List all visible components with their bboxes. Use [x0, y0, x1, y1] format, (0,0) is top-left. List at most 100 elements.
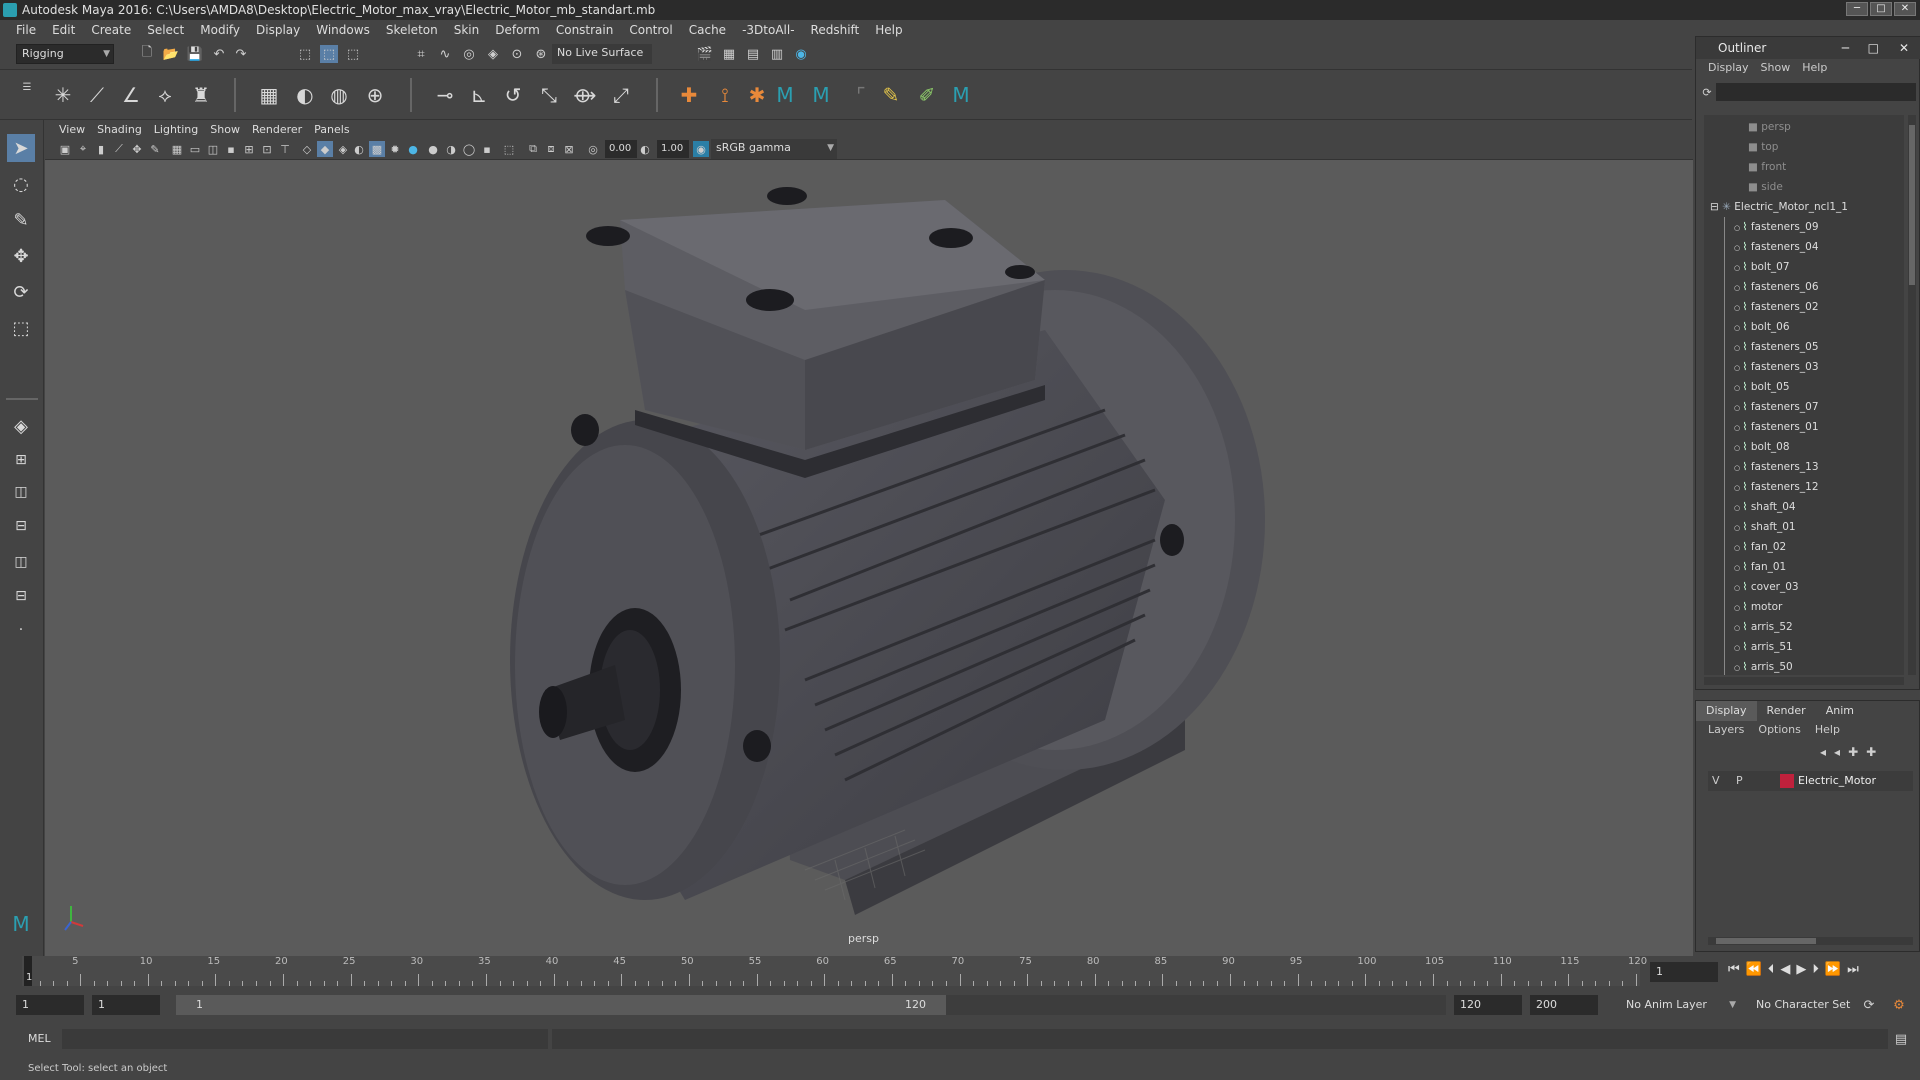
- outliner-item-row[interactable]: ○ ⌇ fasteners_05: [1734, 337, 1819, 357]
- live-surface-field[interactable]: No Live Surface: [552, 44, 652, 64]
- move-layer-down-icon[interactable]: ◂: [1834, 745, 1840, 759]
- locator-icon[interactable]: ✚: [674, 80, 704, 110]
- parent-constraint-icon[interactable]: ⟴: [570, 80, 600, 110]
- outliner-menu-display[interactable]: Display: [1708, 61, 1749, 79]
- time-slider[interactable]: 5 10 15 20 25 30 35 40 45 50 55 60 65 70 75 80 85 90 95 100…: [0, 956, 1920, 990]
- bookmark-icon[interactable]: ▮: [93, 141, 109, 157]
- select-by-object-icon[interactable]: ⬚: [320, 45, 338, 63]
- move-layer-up-icon[interactable]: ◂: [1820, 745, 1826, 759]
- new-scene-icon[interactable]: 🗋: [138, 45, 156, 63]
- current-frame-field[interactable]: 1: [1650, 962, 1718, 982]
- safe-action-icon[interactable]: ⊡: [259, 141, 275, 157]
- go-to-end-icon[interactable]: ⏭: [1847, 962, 1859, 977]
- backface-icon[interactable]: ⊠: [561, 141, 577, 157]
- outliner-menu-help[interactable]: Help: [1802, 61, 1827, 79]
- play-backward-icon[interactable]: ◀: [1780, 962, 1790, 977]
- outliner-item-row[interactable]: ○ ⌇ motor: [1734, 597, 1782, 617]
- playback-end-field[interactable]: 120: [1454, 995, 1522, 1015]
- menu-cache[interactable]: Cache: [681, 23, 734, 37]
- outliner-hscrollbar[interactable]: [1704, 677, 1904, 685]
- outliner-item-row[interactable]: ○ ⌇ arris_52: [1734, 617, 1793, 637]
- snap-point-icon[interactable]: ◎: [460, 45, 478, 63]
- menuset-dropdown[interactable]: Rigging ▼: [16, 44, 114, 64]
- persp-graph-icon[interactable]: ⊟: [7, 512, 35, 540]
- vp-menu-renderer[interactable]: Renderer: [246, 123, 308, 136]
- layer-menu-layers[interactable]: Layers: [1708, 723, 1744, 736]
- script-editor-icon[interactable]: ▤: [1892, 1030, 1910, 1048]
- layer-hscrollbar[interactable]: [1708, 937, 1913, 945]
- insert-joint-icon[interactable]: ⟡: [150, 80, 180, 110]
- outliner-list[interactable]: ■ persp ■ top ■ front ■ side ⊟ ✳ Electric_Mo…: [1704, 115, 1904, 675]
- outliner-item-row[interactable]: ○ ⌇ fasteners_09: [1734, 217, 1819, 237]
- menu-help[interactable]: Help: [867, 23, 910, 37]
- color-management-icon[interactable]: ◉: [693, 141, 709, 157]
- menu-edit[interactable]: Edit: [44, 23, 83, 37]
- character-set-dropdown[interactable]: No Character Set: [1748, 995, 1866, 1015]
- exposure-field[interactable]: 0.00: [605, 140, 637, 158]
- step-back-key-icon[interactable]: ⏪: [1746, 962, 1762, 977]
- smooth-shade-icon[interactable]: ◆: [317, 141, 333, 157]
- wireframe-on-shaded-icon[interactable]: ◈: [335, 141, 351, 157]
- ik-spline-icon[interactable]: ∠: [116, 80, 146, 110]
- view-transform-dropdown[interactable]: sRGB gamma ▼: [711, 139, 837, 159]
- grease-pencil-icon[interactable]: ✎: [147, 141, 163, 157]
- select-by-component-icon[interactable]: ⬚: [344, 45, 362, 63]
- layer-playback-toggle[interactable]: P: [1736, 774, 1743, 787]
- vp-menu-panels[interactable]: Panels: [308, 123, 355, 136]
- time-ruler[interactable]: 5 10 15 20 25 30 35 40 45 50 55 60 65 70 75 80 85 90 95 100…: [22, 956, 1647, 986]
- wire-deformer-icon[interactable]: ⊕: [360, 80, 390, 110]
- outliner-item-row[interactable]: ○ ⌇ fasteners_13: [1734, 457, 1819, 477]
- outliner-item-row[interactable]: ○ ⌇ fan_01: [1734, 557, 1786, 577]
- scale-tool-icon[interactable]: ⬚: [7, 314, 35, 342]
- gate-mask-icon[interactable]: ▪: [223, 141, 239, 157]
- menu-select[interactable]: Select: [139, 23, 192, 37]
- move-tool-icon[interactable]: ✥: [7, 242, 35, 270]
- outliner-minimize-icon[interactable]: ─: [1842, 37, 1849, 59]
- xray-icon[interactable]: ⧉: [525, 141, 541, 157]
- textured-icon[interactable]: ▩: [369, 141, 385, 157]
- outliner-item-row[interactable]: ○ ⌇ fan_02: [1734, 537, 1786, 557]
- vp-menu-shading[interactable]: Shading: [91, 123, 148, 136]
- maya-m2-icon[interactable]: M: [806, 80, 836, 110]
- depth-of-field-icon[interactable]: ▪: [479, 141, 495, 157]
- layer-name[interactable]: Electric_Motor: [1798, 774, 1876, 787]
- shelf-blank-icon[interactable]: ⌜: [846, 80, 876, 110]
- snap-live-icon[interactable]: ⊙: [508, 45, 526, 63]
- menu-constrain[interactable]: Constrain: [548, 23, 622, 37]
- outliner-item-row[interactable]: ○ ⌇ fasteners_01: [1734, 417, 1819, 437]
- two-d-pan-icon[interactable]: ✥: [129, 141, 145, 157]
- outliner-item-row[interactable]: ○ ⌇ fasteners_06: [1734, 277, 1819, 297]
- menu-skin[interactable]: Skin: [446, 23, 488, 37]
- new-layer-selected-icon[interactable]: ✚: [1866, 745, 1876, 759]
- exposure-icon[interactable]: ◎: [585, 141, 601, 157]
- range-track[interactable]: [946, 995, 1446, 1015]
- maya-m3-icon[interactable]: M: [946, 80, 976, 110]
- outliner-camera-row[interactable]: ■ top: [1748, 137, 1778, 157]
- viewport-panel[interactable]: View Shading Lighting Show Renderer Pane…: [45, 120, 1693, 956]
- xray-joints-icon[interactable]: ⧈: [543, 141, 559, 157]
- make-live-icon[interactable]: ⊛: [532, 45, 550, 63]
- outliner-item-row[interactable]: ○ ⌇ fasteners_12: [1734, 477, 1819, 497]
- render-view-icon[interactable]: 🎬: [696, 45, 714, 63]
- auto-key-icon[interactable]: ⟳: [1860, 996, 1878, 1014]
- outliner-item-row[interactable]: ○ ⌇ fasteners_07: [1734, 397, 1819, 417]
- outliner-scroll-thumb[interactable]: [1909, 125, 1915, 285]
- refresh-icon[interactable]: ⟳: [1698, 83, 1716, 101]
- point-constraint-icon[interactable]: ⊾: [464, 80, 494, 110]
- snap-view-plane-icon[interactable]: ◈: [484, 45, 502, 63]
- vp-menu-show[interactable]: Show: [204, 123, 246, 136]
- tab-render[interactable]: Render: [1757, 701, 1816, 721]
- shadows-icon[interactable]: ●: [405, 141, 421, 157]
- render-settings-icon[interactable]: ▥: [768, 45, 786, 63]
- playback-start-field[interactable]: 1: [92, 995, 160, 1015]
- select-tool-icon[interactable]: ➤: [7, 134, 35, 162]
- layer-menu-options[interactable]: Options: [1758, 723, 1800, 736]
- undo-icon[interactable]: ↶: [210, 45, 228, 63]
- persp-outliner-icon[interactable]: ◫: [7, 478, 35, 506]
- vp-menu-view[interactable]: View: [53, 123, 91, 136]
- layer-scroll-thumb[interactable]: [1716, 938, 1816, 944]
- redo-icon[interactable]: ↷: [232, 45, 250, 63]
- paint-weights-icon[interactable]: ✎: [876, 80, 906, 110]
- open-scene-icon[interactable]: 📂: [162, 45, 180, 63]
- outliner-item-row[interactable]: ○ ⌇ arris_50: [1734, 657, 1793, 675]
